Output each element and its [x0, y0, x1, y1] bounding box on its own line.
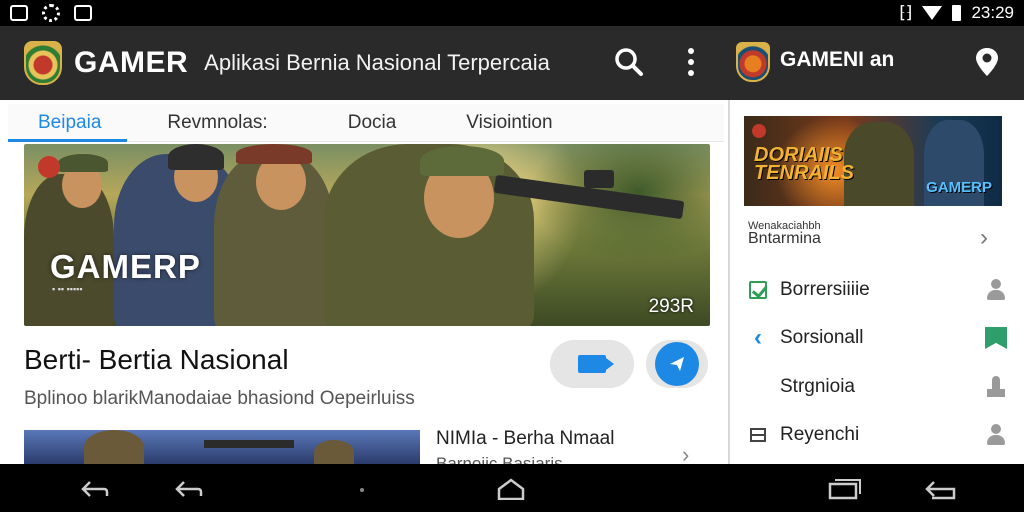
tab-docia[interactable]: Docia	[318, 104, 427, 142]
search-button[interactable]	[612, 45, 646, 79]
message-button[interactable]	[646, 340, 708, 388]
battery-icon	[952, 5, 962, 21]
sidebar-item-borrersiiiie[interactable]: Borrersiiiie	[746, 270, 1008, 310]
message-icon	[655, 342, 699, 386]
list-icon	[750, 428, 766, 442]
home-icon	[497, 478, 525, 501]
tab-bar: Beipaia Revmnolas: Docia Visiointion	[8, 104, 724, 142]
clock: 23:29	[971, 3, 1014, 22]
sidebar-item-sorsionall[interactable]: ‹ Sorsionall	[746, 318, 1008, 358]
image-icon	[10, 5, 28, 21]
section-label[interactable]: Bntarmina	[748, 230, 821, 248]
tab-revmnolas[interactable]: Revmnolas:	[137, 104, 297, 142]
app-bar: GAMER Aplikasi Bernia Nasional Terpercai…	[0, 26, 1024, 100]
second-article-subtitle: Barnoiic Basiaris	[436, 454, 563, 464]
app-logo[interactable]	[24, 41, 62, 85]
back-icon	[81, 481, 109, 497]
hero-image[interactable]: GAMERP ▪ ▪▪ ▪▪▪▪▪ 293R	[24, 144, 710, 326]
sign-icon	[986, 376, 1006, 398]
vibrate-icon: ⁅⁆	[899, 3, 913, 22]
banner-label: GAMERP	[926, 179, 992, 196]
sidebar-banner[interactable]: DORIAIIS TENRAILS GAMERP	[744, 116, 1002, 206]
sidebar-item-label: Reyenchi	[780, 424, 860, 445]
tab-beipaia[interactable]: Beipaia	[8, 104, 128, 142]
navigation-bar	[0, 464, 1024, 512]
hero-title: GAMERP	[50, 248, 201, 285]
person-icon	[986, 424, 1006, 446]
second-article-thumbnail[interactable]	[24, 430, 420, 464]
status-bar: ⁅⁆ 23:29	[0, 0, 1024, 26]
back-arrow-icon: ‹	[754, 324, 762, 351]
secondary-logo[interactable]	[736, 42, 770, 82]
second-article-title[interactable]: NIMIa - Berha Nmaal	[436, 428, 614, 450]
back-icon	[175, 481, 203, 497]
banner-title: DORIAIIS TENRAILS	[754, 144, 854, 184]
location-icon	[976, 48, 998, 76]
video-icon	[578, 355, 614, 373]
wifi-icon	[922, 6, 943, 20]
check-icon	[749, 281, 767, 299]
more-vert-icon	[688, 48, 694, 76]
hero-count: 293R	[648, 296, 694, 317]
sidebar-item-label: Sorsionall	[780, 327, 864, 348]
live-indicator-icon	[38, 156, 60, 178]
location-button[interactable]	[970, 45, 1004, 79]
brand-title: GAMER	[74, 46, 189, 79]
gear-icon	[42, 4, 60, 22]
more-button[interactable]	[674, 45, 708, 79]
search-icon	[615, 48, 643, 76]
hero-caption: ▪ ▪▪ ▪▪▪▪▪	[52, 284, 83, 294]
live-indicator-icon	[752, 124, 766, 138]
app-subtitle: Aplikasi Bernia Nasional Terpercaia	[204, 50, 550, 75]
article-headline[interactable]: Berti- Bertia Nasional	[24, 344, 289, 376]
sidebar-item-strgnioia[interactable]: Strgnioia	[746, 367, 1008, 407]
nav-back-button-3[interactable]	[924, 478, 956, 500]
nav-home-button[interactable]	[496, 478, 526, 501]
app-icon	[74, 5, 92, 21]
article-description: Bplinoo blarikManodaiae bhasiond Oepeirl…	[24, 388, 415, 409]
nav-back-button-2[interactable]	[174, 478, 204, 500]
recents-icon	[828, 479, 861, 500]
sidebar-item-label: Borrersiiiie	[780, 279, 870, 300]
back-icon	[925, 481, 956, 500]
tab-visiointion[interactable]: Visiointion	[436, 104, 582, 142]
sidebar: DORIAIIS TENRAILS GAMERP Wenakaciahbh Bn…	[730, 100, 1024, 464]
nav-back-button[interactable]	[80, 478, 110, 500]
main-content: Beipaia Revmnolas: Docia Visiointion GAM…	[0, 100, 728, 467]
secondary-brand: GAMENI an	[780, 48, 895, 71]
sidebar-item-label: Strgnioia	[780, 376, 855, 397]
sidebar-item-reyenchi[interactable]: Reyenchi	[746, 415, 1008, 455]
video-button[interactable]	[550, 340, 634, 388]
chevron-right-icon[interactable]: ›	[980, 224, 988, 252]
nav-recents-button[interactable]	[828, 478, 861, 500]
nav-dot	[360, 488, 364, 492]
person-icon	[986, 279, 1006, 301]
flag-icon	[985, 327, 1007, 349]
